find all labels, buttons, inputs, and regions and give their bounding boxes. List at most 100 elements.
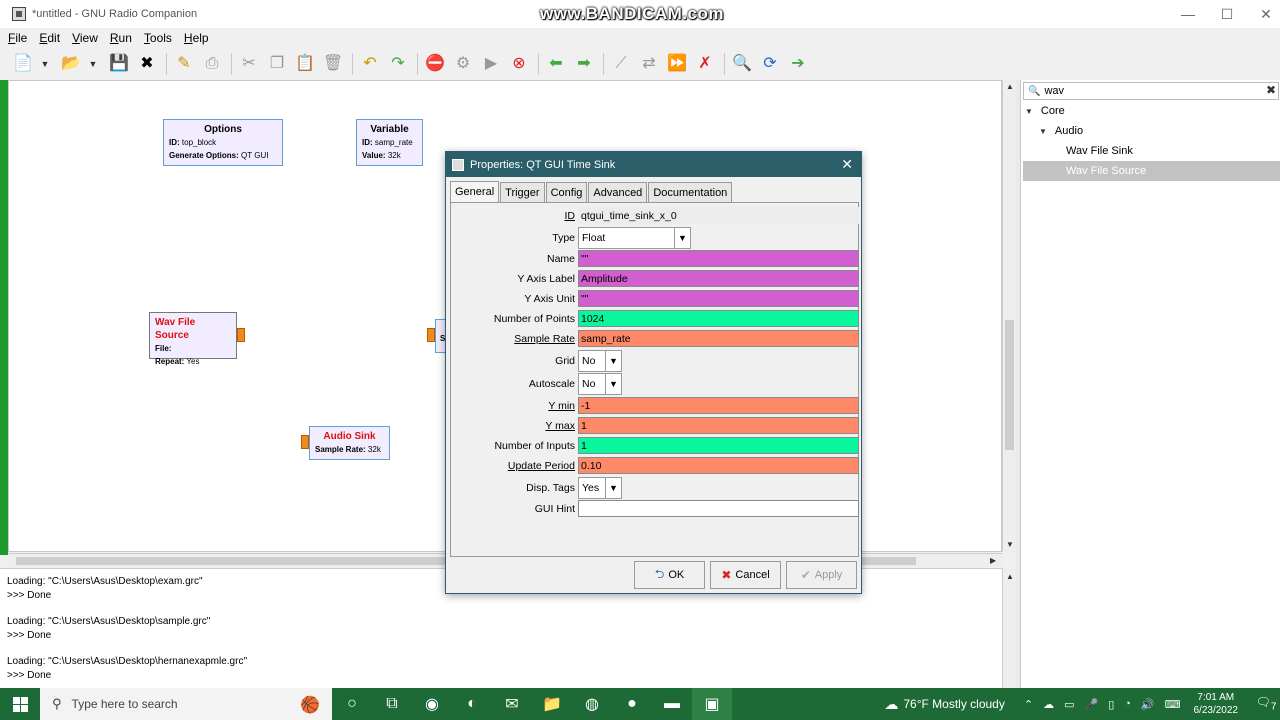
autoscale-select[interactable]: No ▼ (578, 373, 622, 395)
menu-view[interactable]: View (72, 31, 98, 45)
tab-advanced[interactable]: Advanced (588, 182, 648, 202)
new-icon[interactable]: 📄 (12, 53, 34, 75)
name-field[interactable]: "" (578, 250, 859, 267)
y-max-field[interactable]: 1 (578, 417, 859, 434)
redo-icon[interactable]: ↷ (387, 53, 409, 75)
close-icon[interactable]: ✖ (136, 53, 158, 75)
tree-item-audio[interactable]: ▼ Audio (1039, 121, 1083, 141)
number-of-points-field[interactable]: 1024 (578, 310, 859, 327)
collapse-arrow-icon[interactable]: ▼ (1025, 107, 1033, 116)
delete-icon[interactable]: 🗑 (322, 53, 344, 75)
chevron-down-icon[interactable]: ▼ (605, 374, 621, 394)
tab-config[interactable]: Config (545, 182, 588, 202)
keyboard-icon[interactable]: ⌨ (1165, 698, 1181, 711)
console-scrollbar[interactable]: ▲ (1002, 568, 1016, 688)
canvas-vertical-scrollbar[interactable]: ▲ ▼ (1002, 80, 1016, 552)
tree-item-wav-file-source[interactable]: Wav File Source (1023, 161, 1280, 181)
mail-icon[interactable]: ✉ (492, 688, 532, 720)
bypass-icon[interactable]: ⇄ (638, 53, 660, 75)
network-icon[interactable]: ▭ (1064, 698, 1074, 711)
undo-icon[interactable]: ↶ (359, 53, 381, 75)
menu-tools[interactable]: Tools (144, 31, 172, 45)
volume-icon[interactable]: 🔊 (1141, 698, 1155, 711)
cortana-icon[interactable]: ○ (332, 688, 372, 720)
generate-icon[interactable]: ⚙ (452, 53, 474, 75)
menu-edit[interactable]: Edit (39, 31, 60, 45)
library-search-value[interactable]: wav (1044, 85, 1064, 97)
taskbar-search[interactable]: ⚲ Type here to search 🏀 (40, 688, 332, 720)
print-icon[interactable]: ⎙ (201, 53, 223, 75)
cut-icon[interactable]: ✂ (238, 53, 260, 75)
update-period-field[interactable]: 0.10 (578, 457, 859, 474)
clock[interactable]: 7:01 AM 6/23/2022 (1194, 691, 1239, 717)
copy-icon[interactable]: ❐ (266, 53, 288, 75)
notification-icon[interactable]: 🗨7 (1252, 695, 1280, 712)
open-dropdown-icon[interactable]: ▼ (88, 53, 98, 75)
reload-icon[interactable]: ⟳ (759, 53, 781, 75)
scroll-up-icon[interactable]: ▲ (1006, 82, 1014, 91)
file-explorer-icon[interactable]: 📁 (532, 688, 572, 720)
chevron-down-icon[interactable]: ▼ (605, 351, 621, 371)
battery-icon[interactable]: ▯ (1108, 698, 1114, 711)
block-variable[interactable]: Variable ID: samp_rate Value: 32k (356, 119, 423, 166)
chevron-up-icon[interactable]: ⌃ (1024, 698, 1033, 711)
block-wav-file-source[interactable]: Wav File Source File: Repeat: Yes (149, 312, 237, 366)
input-port[interactable] (427, 328, 435, 342)
scroll-up-icon[interactable]: ▲ (1006, 572, 1014, 581)
block-audio-sink[interactable]: Audio Sink Sample Rate: 32k (309, 426, 390, 460)
number-of-inputs-field[interactable]: 1 (578, 437, 859, 454)
paste-icon[interactable]: 📋 (294, 53, 316, 75)
y-axis-unit-field[interactable]: "" (578, 290, 859, 307)
microphone-icon[interactable]: 🎤 (1084, 698, 1098, 711)
tree-item-wav-file-sink[interactable]: Wav File Sink (1066, 141, 1133, 161)
disp-tags-select[interactable]: Yes ▼ (578, 477, 622, 499)
library-search-input[interactable]: 🔍 wav ✖ (1023, 82, 1279, 100)
menu-file[interactable]: File (8, 31, 27, 45)
tab-trigger[interactable]: Trigger (500, 182, 545, 202)
edge-icon[interactable]: ◐ (452, 688, 492, 720)
tab-general[interactable]: General (450, 181, 500, 202)
chrome-icon[interactable]: ◉ (412, 688, 452, 720)
collapse-arrow-icon[interactable]: ▼ (1039, 127, 1047, 136)
new-dropdown-icon[interactable]: ▼ (40, 53, 50, 75)
chat-app-icon[interactable]: ◍ (572, 688, 612, 720)
gnu-radio-icon[interactable]: ▣ (692, 688, 732, 720)
grid-select[interactable]: No ▼ (578, 350, 622, 372)
dialog-close-icon[interactable]: ✕ (841, 156, 853, 173)
minimize-button[interactable]: — (1166, 0, 1210, 28)
onedrive-icon[interactable]: ☁ (1043, 698, 1054, 711)
chevron-down-icon[interactable]: ▼ (605, 478, 621, 498)
error-icon[interactable]: ✗ (694, 53, 716, 75)
properties-icon[interactable]: ✎ (173, 53, 195, 75)
output-port[interactable] (237, 328, 245, 342)
gui-hint-field[interactable] (578, 500, 859, 517)
apply-button[interactable]: ✔ Apply (786, 561, 857, 589)
open-icon[interactable]: 📂 (60, 53, 82, 75)
menu-help[interactable]: Help (184, 31, 209, 45)
maximize-button[interactable]: ☐ (1205, 0, 1249, 28)
y-axis-label-field[interactable]: Amplitude (578, 270, 859, 287)
tab-documentation[interactable]: Documentation (648, 182, 733, 202)
menu-run[interactable]: Run (110, 31, 132, 45)
enable-icon[interactable]: ⏩ (666, 53, 688, 75)
weather-widget[interactable]: ☁ 76°F Mostly cloudy (879, 696, 1005, 713)
bandicam-icon[interactable]: ● (612, 688, 652, 720)
clear-search-icon[interactable]: ✖ (1266, 83, 1276, 97)
cancel-button[interactable]: ✖ Cancel (710, 561, 781, 589)
id-field[interactable]: qtgui_time_sink_x_0 (578, 207, 859, 224)
back-icon[interactable]: ⬅ (545, 53, 567, 75)
forward-icon[interactable]: ➡ (573, 53, 595, 75)
disable-icon[interactable]: ⟋ (610, 53, 632, 75)
input-port[interactable] (301, 435, 309, 449)
close-window-button[interactable]: ✕ (1244, 0, 1280, 28)
terminal-icon[interactable]: ▬ (652, 688, 692, 720)
save-icon[interactable]: 💾 (108, 53, 130, 75)
block-options[interactable]: Options ID: top_block Generate Options: … (163, 119, 283, 166)
scroll-down-icon[interactable]: ▼ (1006, 540, 1014, 549)
sample-rate-field[interactable]: samp_rate (578, 330, 859, 347)
start-button[interactable] (0, 688, 40, 720)
wifi-icon[interactable]: ◔ (1124, 698, 1131, 710)
kill-icon[interactable]: ⊗ (508, 53, 530, 75)
ok-button[interactable]: ⮌ OK (634, 561, 705, 589)
scrollbar-thumb[interactable] (1005, 320, 1014, 450)
